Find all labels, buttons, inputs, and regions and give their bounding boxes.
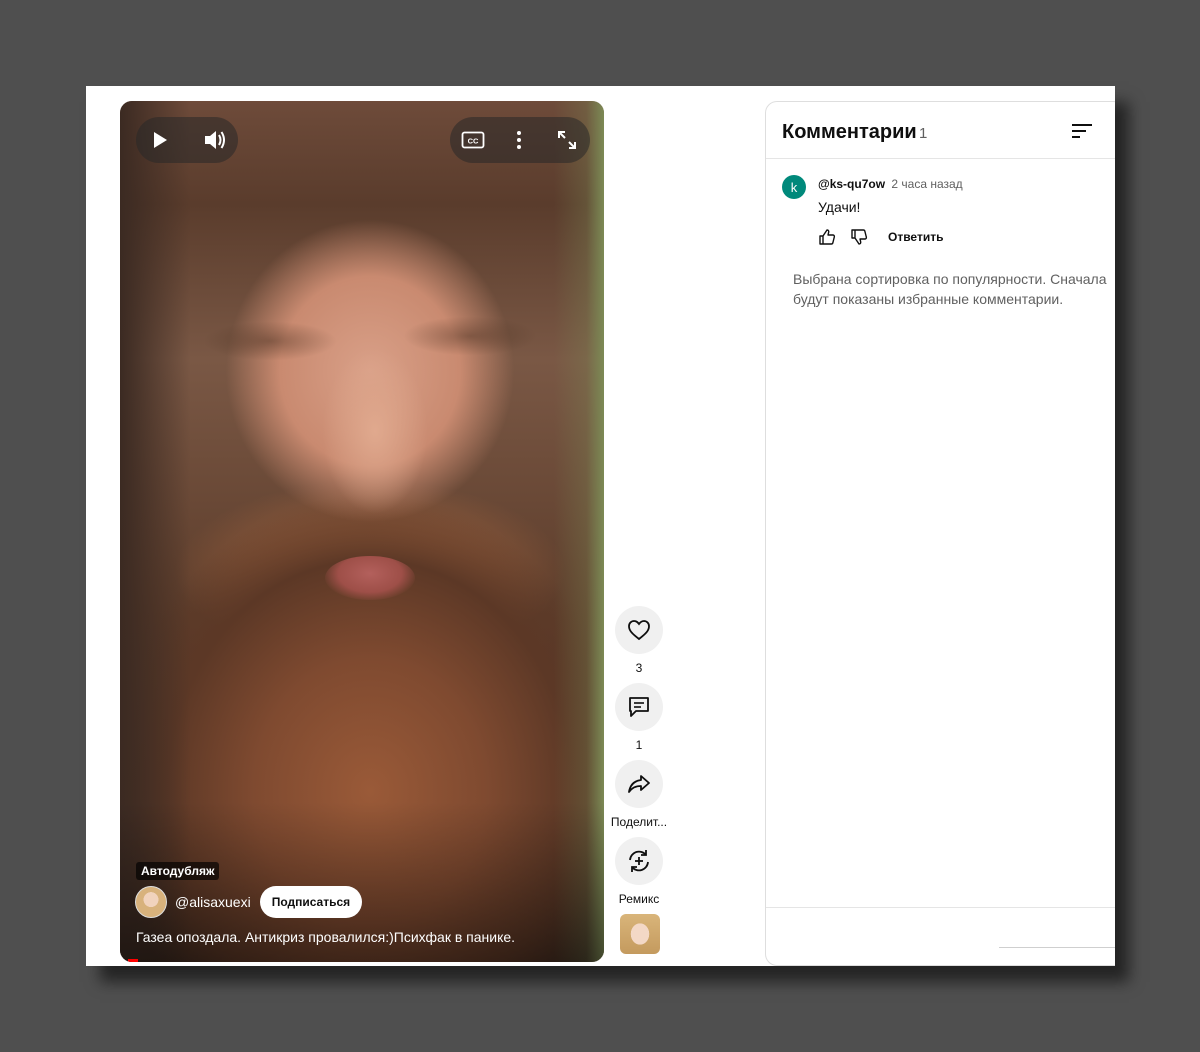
comments-footer-divider [766,907,1115,908]
comment-avatar[interactable]: k [782,175,806,199]
sort-note: Выбрана сортировка по популярности. Снач… [793,271,1107,307]
like-button[interactable] [615,606,663,654]
remix-label: Ремикс [618,892,660,906]
app-frame: CC Автодубляж @alisaxuexi Подписаться Га… [86,86,1115,966]
play-icon [154,132,167,148]
comment-input-underline[interactable] [999,947,1115,948]
comment-icon [629,697,649,717]
share-action: Поделит... [606,760,672,829]
channel-row: @alisaxuexi Подписаться [135,886,363,918]
video-player[interactable]: CC Автодубляж @alisaxuexi Подписаться Га… [120,101,604,962]
thumb-up-icon[interactable] [818,228,836,246]
remix-button[interactable] [615,837,663,885]
progress-bar[interactable] [128,959,138,962]
autodub-badge: Автодубляж [136,862,220,880]
video-title[interactable]: Газеа опоздала. Антикриз провалился:)Пси… [136,929,515,945]
svg-text:CC: CC [468,137,479,146]
likes-count: 3 [635,661,643,675]
channel-avatar[interactable] [135,886,167,918]
heart-icon [628,620,650,641]
more-vert-icon [517,131,521,149]
fullscreen-button[interactable] [544,117,590,163]
comment-meta: @ks-qu7ow 2 часа назад [818,177,963,191]
more-options-button[interactable] [496,117,542,163]
share-label: Поделит... [610,815,668,829]
captions-button[interactable]: CC [450,117,496,163]
share-button[interactable] [615,760,663,808]
remix-action: Ремикс [606,837,672,906]
play-button[interactable] [136,117,182,163]
comments-header: Комментарии 1 [766,102,1115,159]
sort-icon[interactable] [1071,122,1093,140]
sound-thumbnail[interactable] [620,914,660,954]
comments-title: Комментарии [782,121,917,143]
subscribe-button[interactable]: Подписаться [259,886,363,918]
comments-count-header: 1 [919,125,928,142]
cc-icon: CC [461,131,485,149]
like-action: 3 [606,606,672,675]
comment-actions: Ответить [818,227,943,247]
comments-panel: Комментарии 1 k @ks-qu7ow 2 часа назад У… [765,101,1115,966]
channel-handle[interactable]: @alisaxuexi [175,894,251,910]
player-controls-right: CC [450,117,590,163]
comment-text: Удачи! [818,199,861,215]
volume-icon [205,131,225,149]
share-arrow-icon [628,775,650,793]
volume-button[interactable] [192,117,238,163]
comment-time[interactable]: 2 часа назад [891,177,962,191]
reply-button[interactable]: Ответить [888,230,943,244]
expand-icon [558,131,576,149]
comment-author[interactable]: @ks-qu7ow [818,177,885,191]
comments-count: 1 [635,738,643,752]
comments-button[interactable] [615,683,663,731]
remix-icon [629,850,649,872]
player-controls-left [136,117,238,163]
comment-action: 1 [606,683,672,752]
thumb-down-icon[interactable] [850,228,868,246]
